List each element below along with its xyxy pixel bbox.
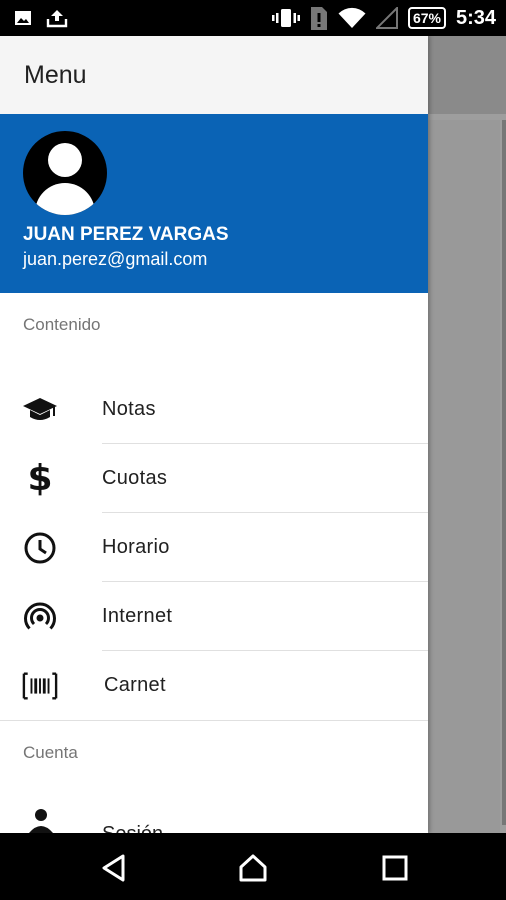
sim-alert-icon [310, 7, 327, 30]
wifi-tethering-icon [22, 599, 58, 635]
menu-item-cuotas[interactable]: $ Cuotas [0, 444, 428, 513]
menu-list-contenido: Notas $ Cuotas Horario Internet Carnet [0, 359, 428, 720]
home-icon[interactable] [238, 853, 268, 883]
menu-item-internet[interactable]: Internet [0, 582, 428, 651]
clock: 5:34 [455, 6, 496, 29]
menu-item-label: Carnet [104, 674, 166, 696]
section-label-cuenta: Cuenta [23, 743, 78, 762]
menu-item-label: Notas [102, 398, 156, 420]
wifi-icon [338, 7, 366, 28]
section-label-contenido: Contenido [23, 315, 101, 334]
vibrate-icon [271, 9, 300, 27]
drawer-header: Menu [0, 36, 428, 114]
graduation-cap-icon [22, 392, 58, 428]
avatar-head [48, 143, 82, 177]
scrollbar[interactable] [502, 120, 506, 825]
clock-icon [22, 530, 58, 566]
menu-item-label: Sesión [102, 823, 163, 833]
barcode-icon [22, 668, 58, 704]
person-icon [28, 807, 54, 833]
profile-email: juan.perez@gmail.com [23, 249, 208, 269]
menu-item-label: Horario [102, 536, 170, 558]
profile-header[interactable]: JUAN PEREZ VARGAS juan.perez@gmail.com [0, 114, 428, 293]
recents-icon[interactable] [380, 853, 410, 883]
status-bar: 67% 5:34 [0, 0, 506, 36]
navigation-drawer: Menu JUAN PEREZ VARGAS juan.perez@gmail.… [0, 36, 428, 833]
upload-icon [46, 10, 68, 28]
menu-item-label: Internet [102, 605, 173, 627]
menu-item-horario[interactable]: Horario [0, 513, 428, 582]
menu-item-notas[interactable]: Notas [0, 375, 428, 444]
system-navigation-bar [0, 833, 506, 900]
menu-item-carnet[interactable]: Carnet [0, 651, 428, 720]
menu-item-label: Cuotas [102, 467, 168, 489]
avatar[interactable] [23, 131, 107, 215]
dollar-icon: $ [27, 458, 53, 499]
menu-item-sesion[interactable]: Sesión [0, 787, 428, 833]
back-icon[interactable] [99, 853, 129, 883]
drawer-title: Menu [24, 60, 87, 89]
avatar-body [35, 183, 95, 215]
battery-indicator: 67% [407, 7, 446, 29]
signal-icon [375, 7, 398, 29]
profile-name: JUAN PEREZ VARGAS [23, 224, 229, 245]
image-notification-icon [15, 11, 31, 25]
